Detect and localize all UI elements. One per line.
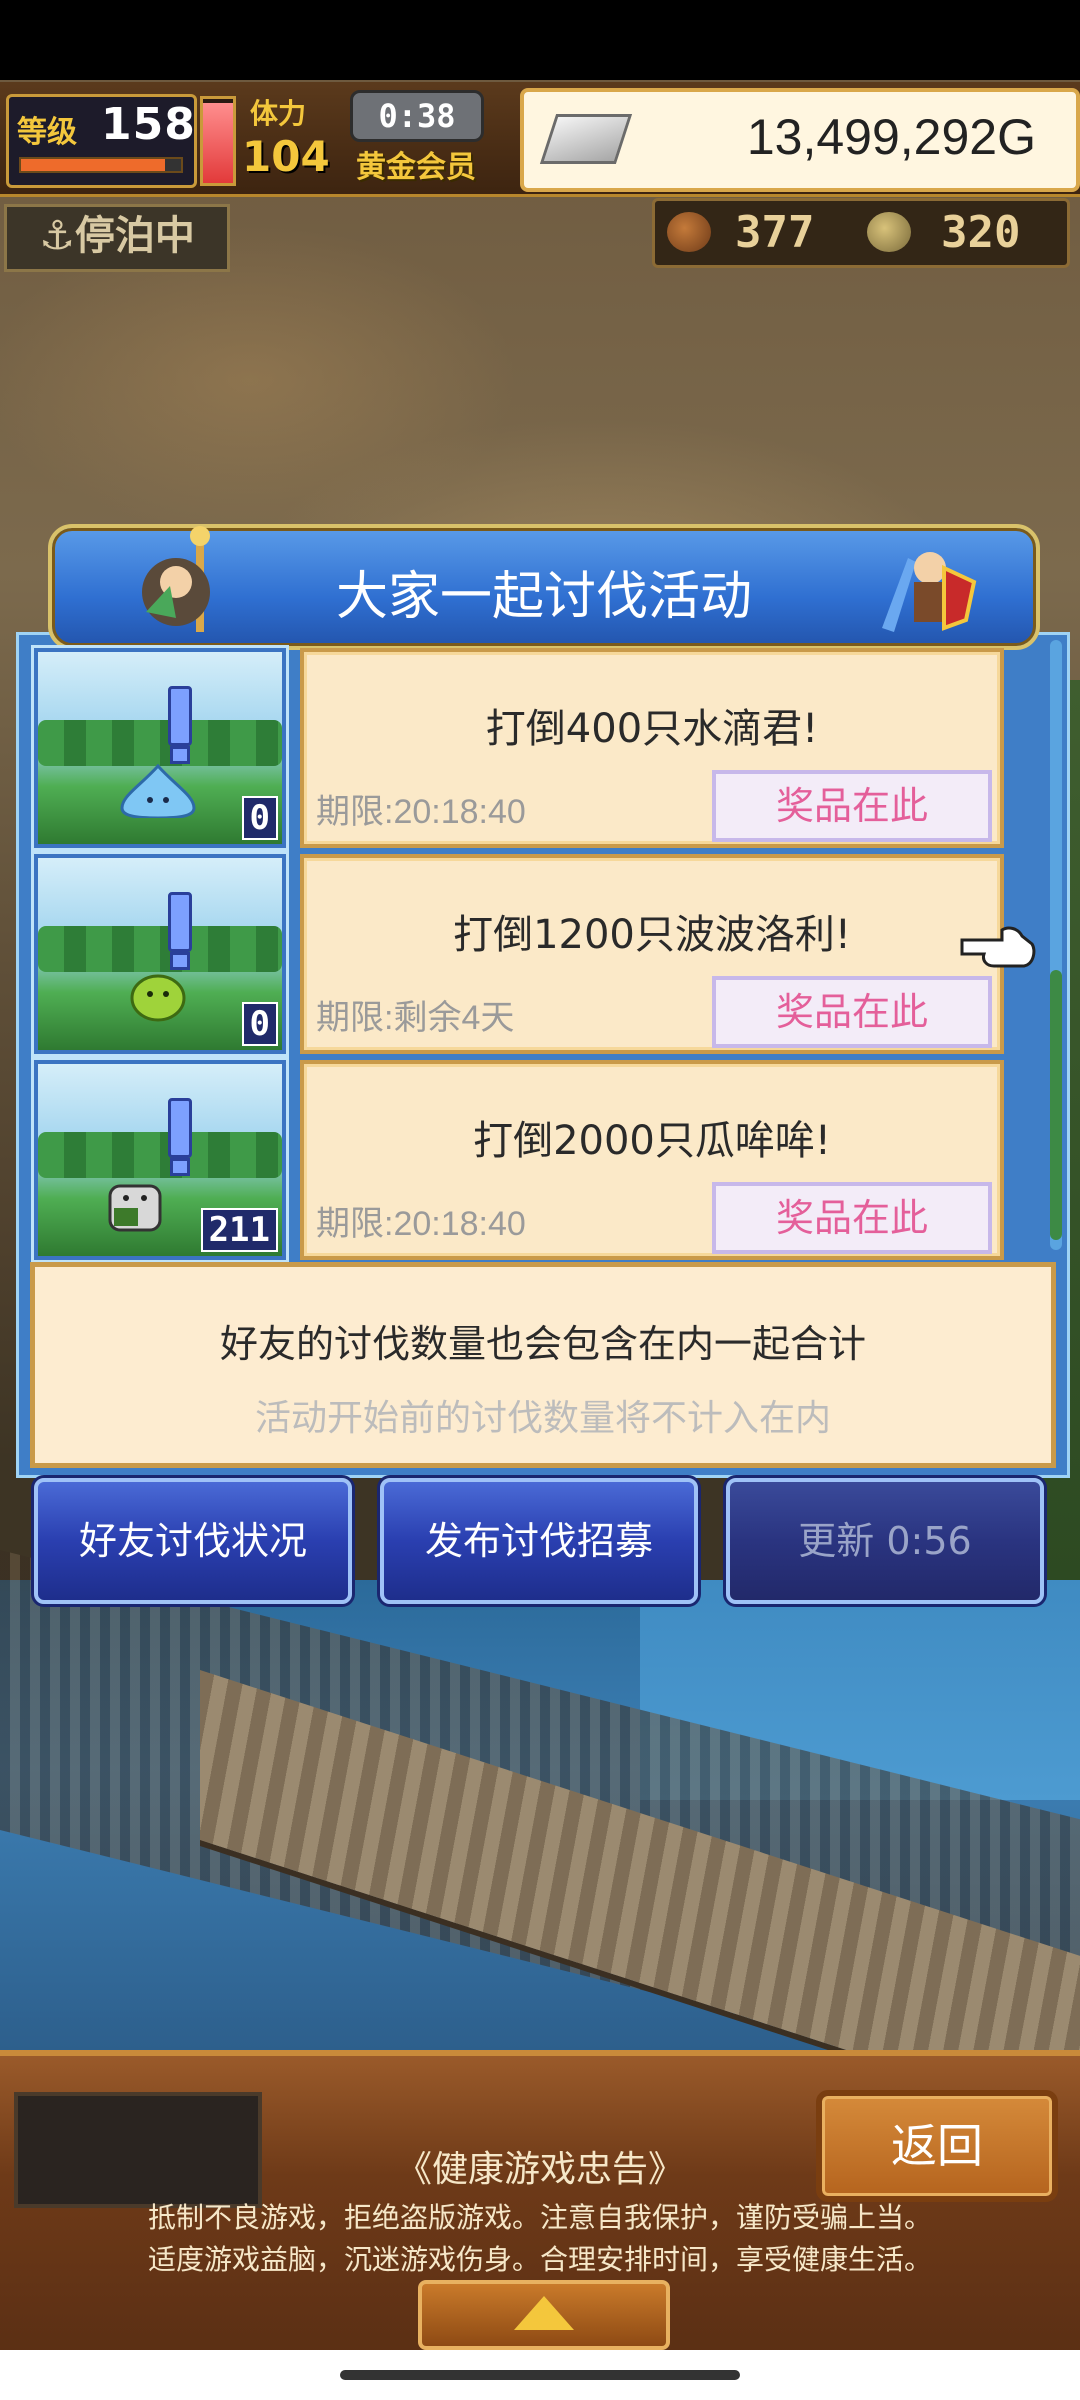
top-hud: 等级 158 体力 104 0:38 黄金会员 13,499,292G	[0, 82, 1080, 197]
resource-panel: 377 320	[652, 198, 1070, 268]
level-progress-fill	[21, 159, 165, 171]
quest-title: 打倒1200只波波洛利!	[453, 912, 851, 958]
health-advice-line-1: 抵制不良游戏，拒绝盗版游戏。注意自我保护，谨防受骗上当。	[147, 2201, 932, 2234]
anchor-icon: ⚓	[39, 213, 75, 259]
level-label: 等级	[17, 115, 77, 150]
scrollbar-thumb[interactable]	[1050, 970, 1062, 1240]
quest-deadline: 期限:剩余4天	[316, 999, 515, 1037]
exclamation-dot	[170, 1158, 190, 1176]
quest-title: 打倒400只水滴君!	[485, 706, 819, 752]
friend-status-button[interactable]: 好友讨伐状况	[34, 1478, 352, 1604]
quest-card: 打倒1200只波波洛利! 期限:剩余4天 奖品在此	[300, 854, 1004, 1054]
hp-gauge	[200, 96, 236, 186]
exclamation-icon	[168, 892, 192, 952]
exclamation-icon	[168, 1098, 192, 1158]
event-notice: 好友的讨伐数量也会包含在内一起合计 活动开始前的讨伐数量将不计入在内	[30, 1262, 1056, 1468]
stamina-panel: 体力 104	[240, 92, 340, 182]
meat-icon	[667, 212, 711, 252]
event-title-banner: 大家一起讨伐活动	[48, 524, 1040, 650]
gold-amount: 13,499,292G	[746, 109, 1036, 165]
quest-thumbnail: 0	[31, 851, 289, 1057]
docked-status-label: 停泊中	[74, 213, 195, 259]
level-value: 158	[101, 99, 196, 150]
hp-gauge-fill	[203, 103, 233, 183]
silver-bar-icon	[539, 114, 633, 164]
docked-status: ⚓停泊中	[4, 204, 230, 272]
level-panel: 等级 158	[6, 94, 197, 188]
quest-deadline: 期限:20:18:40	[316, 1205, 526, 1243]
prize-button[interactable]: 奖品在此	[712, 770, 992, 842]
notice-sub-text: 活动开始前的讨伐数量将不计入在内	[254, 1398, 831, 1439]
quest-thumbnail: 211	[31, 1057, 289, 1263]
post-recruit-button[interactable]: 发布讨伐招募	[380, 1478, 698, 1604]
membership-badge[interactable]: 黄金会员	[356, 142, 476, 186]
tree-line	[38, 926, 282, 972]
health-advice-line-2: 适度游戏益脑，沉迷游戏伤身。合理安排时间，享受健康生活。	[147, 2243, 932, 2276]
tree-line	[38, 720, 282, 766]
slime-monster-icon	[130, 974, 186, 1022]
gold-panel[interactable]: 13,499,292G	[520, 88, 1080, 192]
kill-count: 0	[241, 796, 278, 840]
quest-row[interactable]: 0 打倒1200只波波洛利! 期限:剩余4天 奖品在此	[20, 846, 1004, 1057]
level-progress-bar	[19, 157, 183, 173]
water-drop-monster-icon	[120, 764, 196, 818]
pointing-hand-icon	[960, 926, 1036, 968]
exclamation-dot	[170, 952, 190, 970]
stamina-timer: 0:38	[350, 90, 484, 142]
prize-button[interactable]: 奖品在此	[712, 976, 992, 1048]
resource-2-value: 320	[941, 207, 1021, 258]
refresh-button[interactable]: 更新 0:56	[726, 1478, 1044, 1604]
up-arrow-icon	[514, 2296, 574, 2330]
kill-count: 211	[200, 1208, 278, 1252]
quest-row[interactable]: 211 打倒2000只瓜哞哞! 期限:20:18:40 奖品在此	[20, 1052, 1004, 1263]
stamina-label: 体力	[250, 97, 307, 130]
medal-icon	[867, 212, 911, 252]
quest-list-scrollbar[interactable]	[1050, 640, 1062, 1250]
exclamation-icon	[168, 686, 192, 746]
quest-title: 打倒2000只瓜哞哞!	[473, 1118, 831, 1164]
home-indicator[interactable]	[340, 2370, 740, 2380]
resource-1-value: 377	[735, 207, 815, 258]
quest-thumbnail: 0	[31, 645, 289, 851]
quest-row[interactable]: 0 打倒400只水滴君! 期限:20:18:40 奖品在此	[20, 640, 1004, 851]
knight-icon	[882, 552, 977, 632]
stamina-value: 104	[242, 132, 330, 181]
expand-menu-button[interactable]	[418, 2280, 670, 2350]
quest-card: 打倒400只水滴君! 期限:20:18:40 奖品在此	[300, 648, 1004, 848]
kill-count: 0	[241, 1002, 278, 1046]
health-advice-title: 《健康游戏忠告》	[395, 2149, 684, 2190]
exclamation-dot	[170, 746, 190, 764]
bottom-panel: 返回 《健康游戏忠告》 抵制不良游戏，拒绝盗版游戏。注意自我保护，谨防受骗上当。…	[0, 2050, 1080, 2356]
quest-deadline: 期限:20:18:40	[316, 793, 526, 831]
cow-monster-icon	[108, 1184, 162, 1232]
quest-card: 打倒2000只瓜哞哞! 期限:20:18:40 奖品在此	[300, 1060, 1004, 1260]
prize-button[interactable]: 奖品在此	[712, 1182, 992, 1254]
notice-main-text: 好友的讨伐数量也会包含在内一起合计	[219, 1322, 866, 1366]
